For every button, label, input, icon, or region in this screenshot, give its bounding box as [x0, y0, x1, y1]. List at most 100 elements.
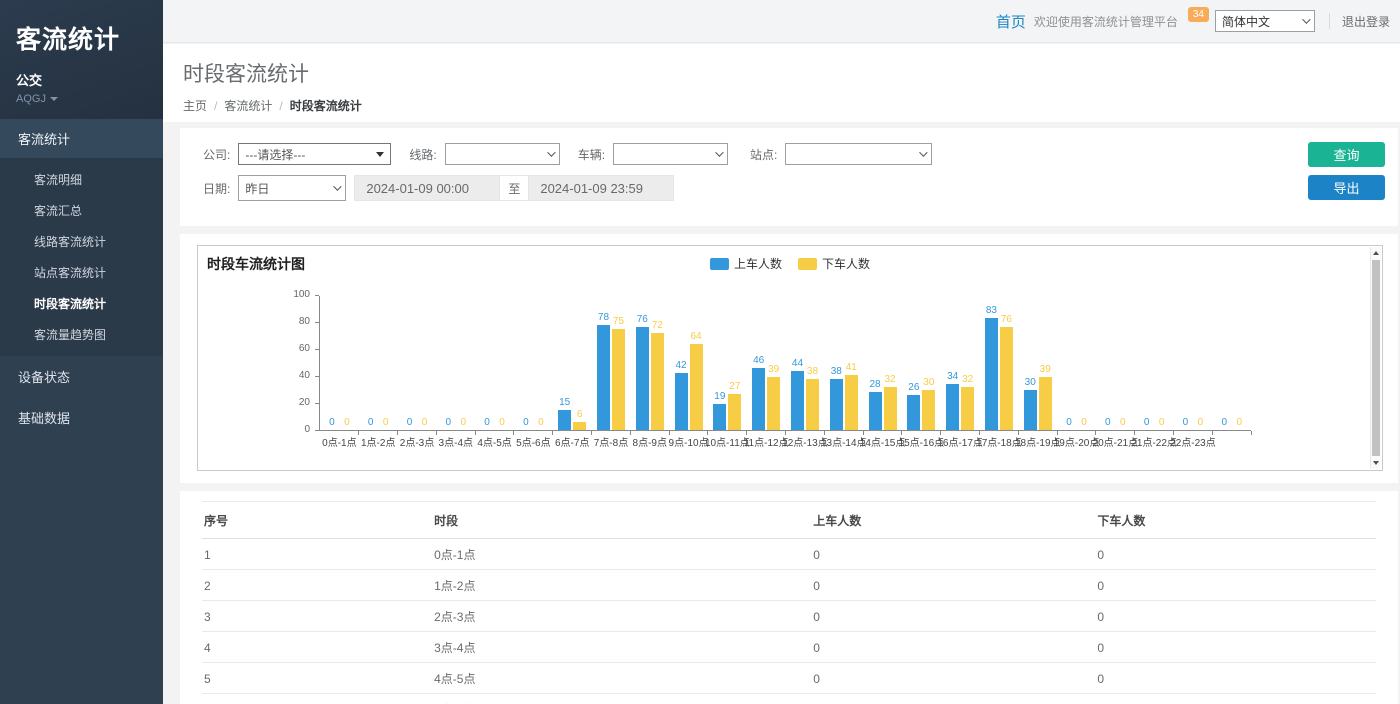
period-stats-table: 序号 时段 上车人数 下车人数 10点-1点0021点-2点0032点-3点00…	[202, 501, 1376, 704]
bar-group: 192710点-11点	[708, 296, 747, 430]
table-cell: 0	[1095, 663, 1376, 694]
bar-value-label: 38	[807, 366, 818, 377]
sidebar-item[interactable]: 线路客流统计	[0, 226, 163, 257]
bar: 34	[946, 384, 959, 430]
date-label: 日期:	[203, 180, 230, 197]
bar: 30	[1024, 390, 1037, 431]
bar-value-label: 0	[329, 417, 335, 428]
sidebar-item[interactable]: 客流量趋势图	[0, 319, 163, 350]
table-header-index: 序号	[202, 502, 432, 539]
bar-value-label: 44	[792, 358, 803, 369]
bar-value-label: 28	[869, 379, 880, 390]
bar-value-label: 0	[523, 417, 529, 428]
line-select[interactable]	[445, 143, 560, 165]
home-link[interactable]: 首页	[996, 11, 1026, 32]
bar-value-label: 0	[1221, 417, 1227, 428]
legend-swatch-yellow	[798, 258, 817, 270]
chart-scrollbar[interactable]	[1370, 247, 1381, 469]
bar-value-label: 76	[637, 314, 648, 325]
bar-group: 443812点-13点	[786, 296, 825, 430]
bar: 27	[728, 394, 741, 430]
bar-value-label: 26	[908, 382, 919, 393]
bar-group: 005点-6点	[514, 296, 553, 430]
legend-item-boarding[interactable]: 上车人数	[710, 255, 782, 272]
bar-group: 78757点-8点	[592, 296, 631, 430]
table-row: 10点-1点00	[202, 539, 1376, 570]
sidebar-item[interactable]: 客流明细	[0, 164, 163, 195]
start-date-input[interactable]: 2024-01-09 00:00	[354, 175, 500, 201]
vehicle-select[interactable]	[613, 143, 728, 165]
bar-value-label: 32	[962, 374, 973, 385]
bar-value-label: 0	[1198, 417, 1204, 428]
table-cell: 2点-3点	[432, 601, 811, 632]
bar: 64	[690, 344, 703, 430]
dropdown-arrow-icon	[376, 152, 384, 157]
company-select[interactable]: ---请选择---	[238, 143, 391, 165]
table-cell: 0	[1095, 539, 1376, 570]
bar-group: 42649点-10点	[669, 296, 708, 430]
notification-badge: 34	[1188, 7, 1209, 22]
bar-value-label: 76	[1001, 314, 1012, 325]
end-date-input[interactable]: 2024-01-09 23:59	[528, 175, 674, 201]
bar-group: 003点-4点	[436, 296, 475, 430]
filter-panel: 公司: ---请选择--- 线路: 车辆: 站点: 日期:	[180, 128, 1398, 226]
breadcrumb-current: 时段客流统计	[290, 97, 362, 114]
sidebar-item[interactable]: 设备状态	[0, 356, 163, 397]
sidebar-item[interactable]: 时段客流统计	[0, 288, 163, 319]
table-cell: 0	[811, 663, 1095, 694]
bar-group: 000点-1点	[320, 296, 359, 430]
export-button[interactable]: 导出	[1308, 175, 1385, 200]
bar-value-label: 0	[1066, 417, 1072, 428]
bar-value-label: 83	[986, 305, 997, 316]
bar: 38	[806, 379, 819, 430]
table-cell: 0	[1095, 570, 1376, 601]
x-axis-label: 9点-10点	[669, 434, 709, 449]
table-cell: 0点-1点	[432, 539, 811, 570]
table-row: 43点-4点00	[202, 632, 1376, 663]
table-header-period: 时段	[432, 502, 811, 539]
station-select[interactable]	[785, 143, 932, 165]
bar-value-label: 27	[729, 381, 740, 392]
date-preset-select[interactable]: 昨日	[238, 175, 346, 201]
scroll-up-icon[interactable]	[1371, 247, 1381, 259]
bar-value-label: 0	[1236, 417, 1242, 428]
bar-value-label: 0	[1081, 417, 1087, 428]
sidebar-item[interactable]: 基础数据	[0, 397, 163, 438]
query-button[interactable]: 查询	[1308, 142, 1385, 167]
table-cell: 0	[811, 632, 1095, 663]
bar-value-label: 0	[538, 417, 544, 428]
bar-group: 004点-5点	[475, 296, 514, 430]
x-axis-label: 7点-8点	[594, 434, 628, 449]
x-axis-label: 0点-1点	[322, 434, 356, 449]
bar-value-label: 46	[753, 355, 764, 366]
table-cell: 5点-6点	[432, 694, 811, 704]
chart-box: 时段车流统计图 上车人数 下车人数 020406080100000点-1点001…	[197, 245, 1383, 471]
bar: 44	[791, 371, 804, 430]
scroll-down-icon[interactable]	[1371, 457, 1381, 469]
legend-item-alighting[interactable]: 下车人数	[798, 255, 870, 272]
bar: 19	[713, 404, 726, 430]
bar-value-label: 39	[768, 364, 779, 375]
bar-group: 76728点-9点	[630, 296, 669, 430]
scrollbar-thumb[interactable]	[1372, 260, 1380, 456]
bar: 39	[1039, 377, 1052, 430]
org-code-dropdown[interactable]: AQGJ	[16, 93, 149, 105]
bar-value-label: 0	[422, 417, 428, 428]
bar-value-label: 78	[598, 312, 609, 323]
table-cell: 4	[202, 632, 432, 663]
topbar: 首页 欢迎使用客流统计管理平台 34 简体中文 退出登录	[163, 0, 1400, 43]
breadcrumb-passenger-stats[interactable]: 客流统计	[224, 97, 272, 114]
sidebar-item[interactable]: 站点客流统计	[0, 257, 163, 288]
sidebar-item-passenger-stats[interactable]: 客流统计	[0, 119, 163, 158]
table-cell: 1点-2点	[432, 570, 811, 601]
bar-value-label: 0	[368, 417, 374, 428]
sidebar-item[interactable]: 客流汇总	[0, 195, 163, 226]
chart-panel: 时段车流统计图 上车人数 下车人数 020406080100000点-1点001…	[180, 234, 1398, 483]
language-select[interactable]: 简体中文	[1215, 10, 1315, 32]
breadcrumb-separator: /	[279, 99, 282, 113]
x-axis-label: 2点-3点	[400, 434, 434, 449]
breadcrumb-home[interactable]: 主页	[183, 97, 207, 114]
logout-link[interactable]: 退出登录	[1342, 13, 1390, 30]
table-cell: 0	[1095, 601, 1376, 632]
bar: 72	[651, 333, 664, 430]
